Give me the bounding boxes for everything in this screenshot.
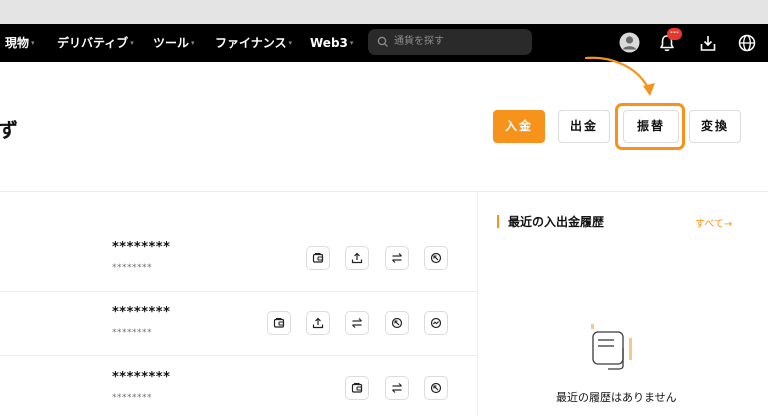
search-icon (377, 36, 388, 47)
row-divider (0, 291, 477, 292)
see-all-label: すべて (695, 219, 724, 230)
see-all-link[interactable]: すべて→ (695, 215, 732, 230)
chevron-down-icon: ▾ (191, 39, 195, 47)
account-balance-sub: ******** (112, 393, 152, 403)
wallet-icon[interactable] (306, 246, 330, 270)
page-title-fragment: ず (0, 118, 18, 142)
swap-icon[interactable] (385, 376, 409, 400)
swap-icon[interactable] (385, 246, 409, 270)
row-divider (0, 355, 477, 356)
nav-label: デリバティブ (57, 36, 129, 50)
swap-icon[interactable] (345, 311, 369, 335)
account-balance-sub: ******** (112, 328, 152, 338)
globe-icon[interactable] (738, 34, 756, 52)
wallet-icon[interactable] (267, 311, 291, 335)
convert-button[interactable]: 変換 (689, 110, 741, 143)
nav-label: ファイナンス (215, 36, 287, 50)
history-accent-bar (497, 215, 499, 228)
avatar-icon[interactable] (619, 32, 640, 53)
nav-item-tools[interactable]: ツール ▾ (153, 24, 195, 62)
panel-divider (477, 192, 478, 416)
download-icon[interactable] (699, 34, 717, 52)
nav-item-spot[interactable]: 現物 ▾ (5, 24, 35, 62)
transfer-highlight-box (615, 103, 685, 150)
deposit-button[interactable]: 入金 (493, 110, 545, 143)
refresh-icon[interactable] (424, 246, 448, 270)
empty-history-text: 最近の履歴はありません (556, 391, 677, 404)
account-balance: ******** (112, 305, 171, 320)
chevron-down-icon: ▾ (130, 39, 134, 47)
nav-label: ツール (153, 36, 190, 50)
upload-icon[interactable] (345, 246, 369, 270)
account-balance: ******** (112, 240, 171, 255)
browser-chrome-bar (0, 0, 768, 24)
chevron-down-icon: ▾ (288, 39, 293, 47)
section-divider (0, 191, 768, 192)
trend-icon[interactable] (424, 311, 448, 335)
pointer-arrow-icon (584, 56, 655, 96)
refresh-icon[interactable] (424, 376, 448, 400)
search-placeholder: 通貨を探す (394, 36, 444, 47)
history-title: 最近の入出金履歴 (508, 215, 605, 229)
search-input[interactable]: 通貨を探す (368, 29, 532, 55)
empty-document-icon (591, 324, 632, 370)
account-balance-sub: ******** (112, 263, 152, 273)
upload-icon[interactable] (306, 311, 330, 335)
nav-item-derivatives[interactable]: デリバティブ ▾ (57, 24, 134, 62)
chevron-down-icon: ▾ (349, 39, 354, 47)
account-balance: ******** (112, 370, 171, 385)
nav-item-web3[interactable]: Web3 ▾ (310, 24, 353, 62)
nav-label: Web3 (310, 36, 348, 50)
chevron-down-icon: ▾ (31, 39, 35, 47)
nav-item-finance[interactable]: ファイナンス ▾ (215, 24, 292, 62)
wallet-icon[interactable] (345, 376, 369, 400)
notification-badge: ··· (667, 28, 682, 40)
nav-label: 現物 (5, 36, 30, 50)
withdraw-button[interactable]: 出金 (558, 110, 610, 143)
arrow-right-icon: → (723, 219, 733, 230)
refresh-icon[interactable] (385, 311, 409, 335)
